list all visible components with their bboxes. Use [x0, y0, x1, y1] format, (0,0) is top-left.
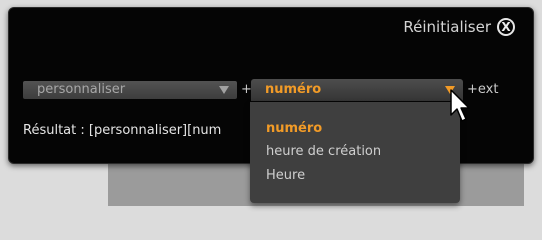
- first-select[interactable]: personnaliser: [23, 81, 237, 99]
- first-select-value: personnaliser: [37, 82, 126, 97]
- second-select[interactable]: numéro: [251, 79, 463, 101]
- dropdown-option[interactable]: Heure: [266, 168, 305, 183]
- result-text: Résultat : [personnaliser][num: [23, 123, 222, 138]
- reset-button[interactable]: Réinitialiser X: [403, 18, 515, 36]
- chevron-down-icon[interactable]: [219, 86, 229, 94]
- second-select-dropdown: numéro heure de création Heure: [250, 102, 460, 203]
- dropdown-option[interactable]: numéro: [266, 121, 322, 136]
- close-circle-icon[interactable]: X: [497, 18, 515, 36]
- mouse-pointer-icon: [450, 89, 470, 122]
- reset-label: Réinitialiser: [403, 18, 491, 36]
- dropdown-option[interactable]: heure de création: [266, 144, 381, 159]
- second-select-value: numéro: [265, 82, 322, 97]
